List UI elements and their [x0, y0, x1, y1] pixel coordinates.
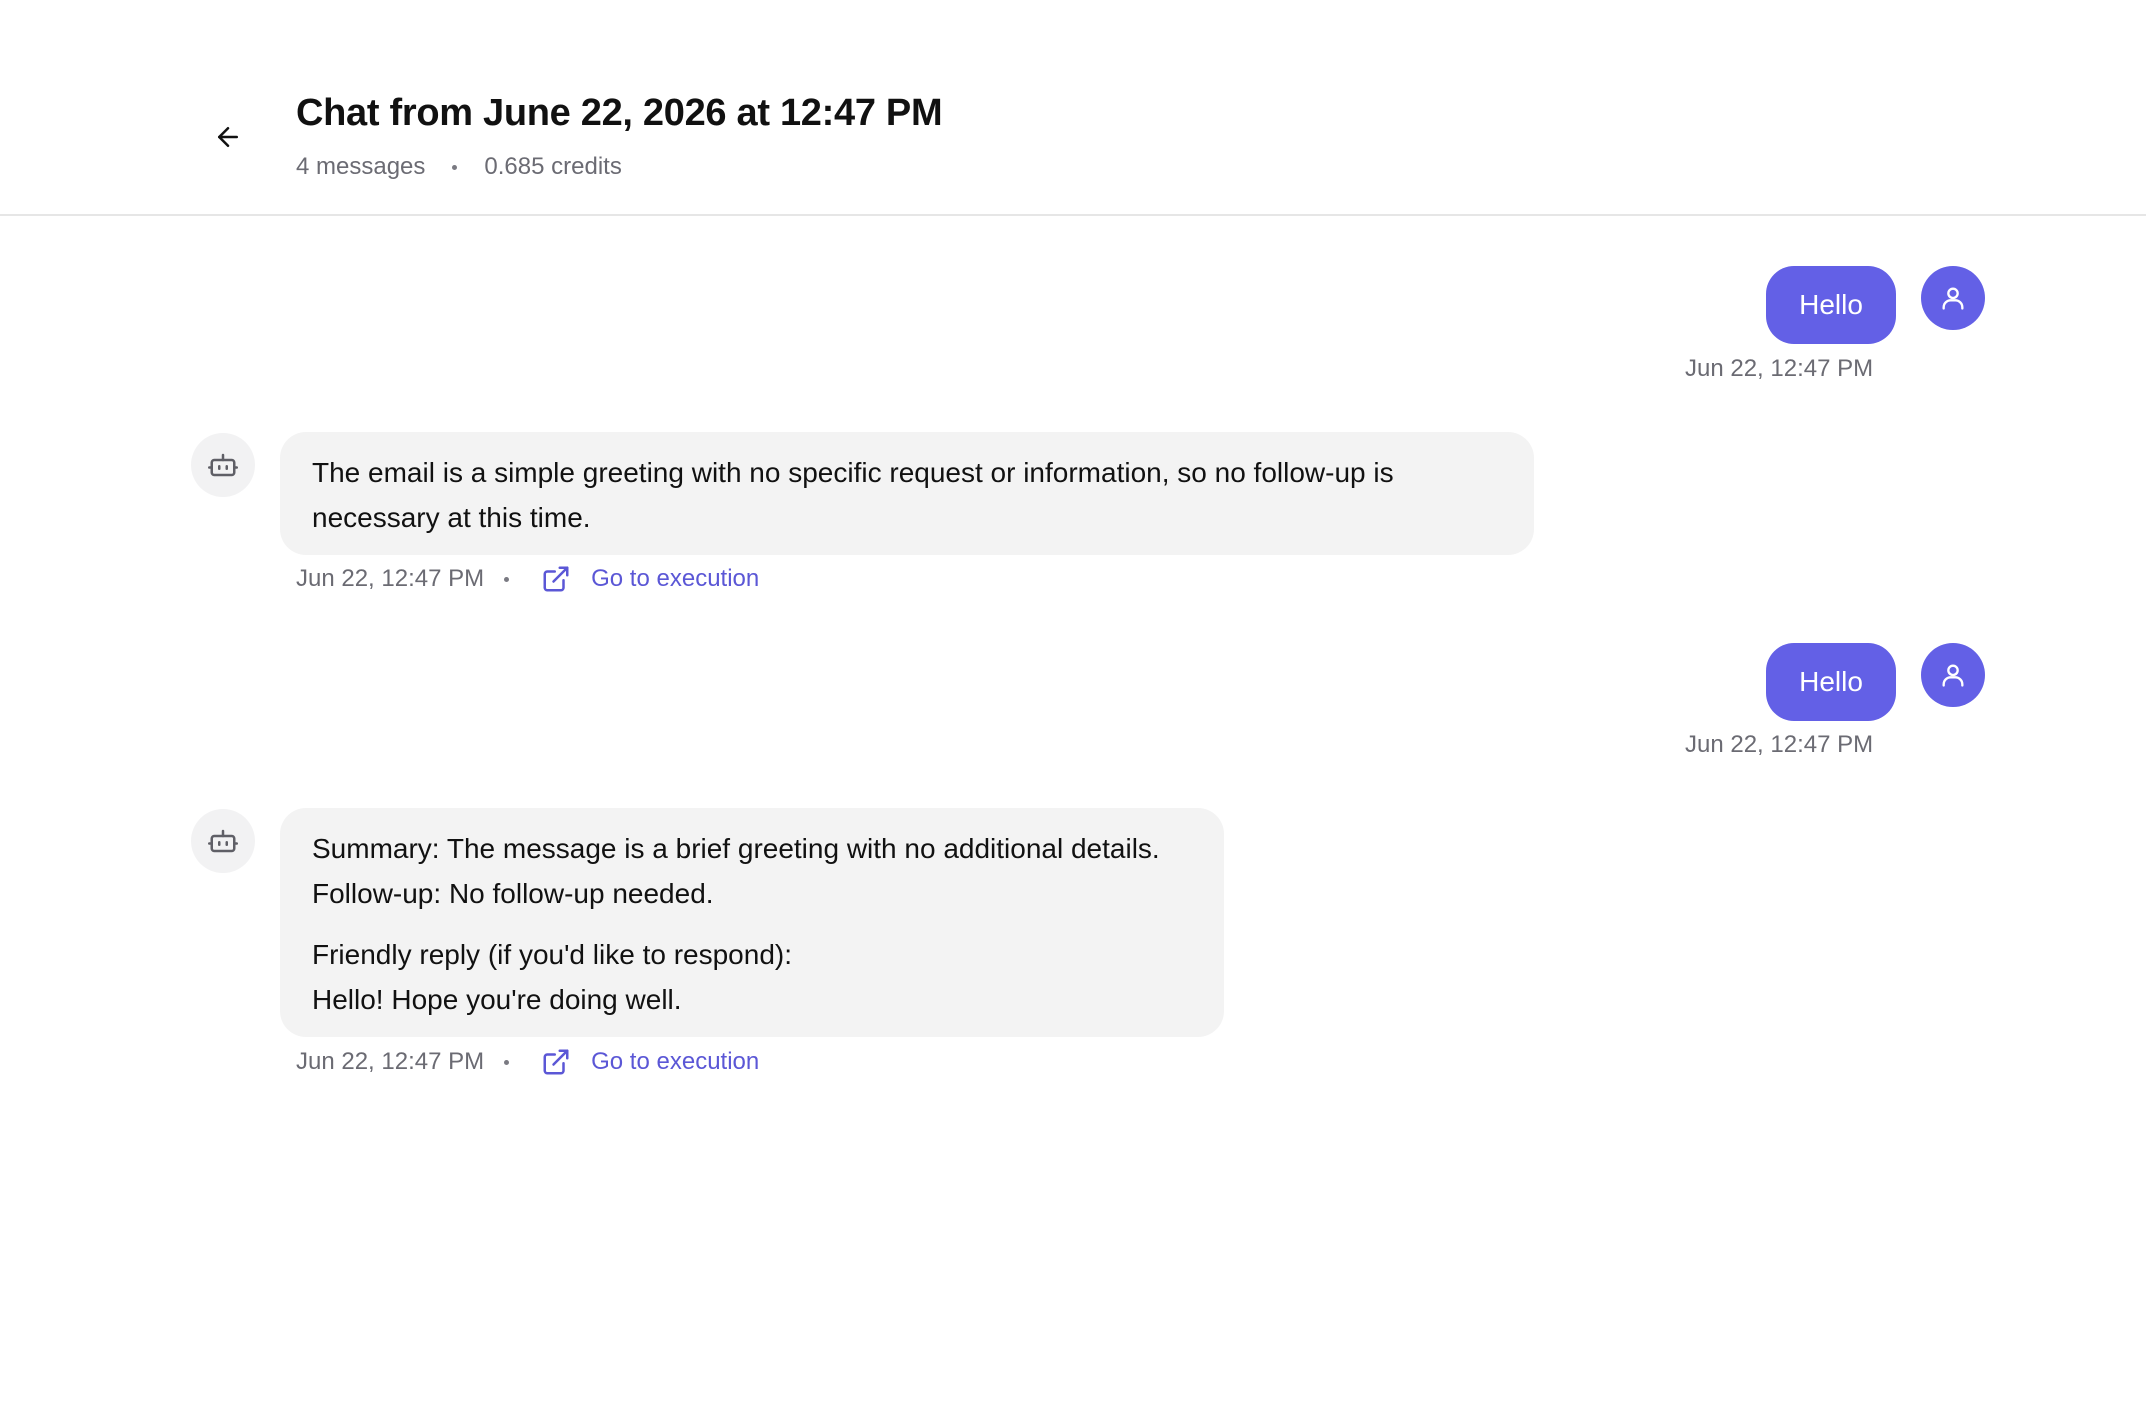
bot-icon: [208, 453, 238, 477]
assistant-message-paragraph: Summary: The message is a brief greeting…: [312, 833, 1160, 909]
go-to-execution-link[interactable]: Go to execution: [541, 564, 759, 594]
assistant-message-footer: Jun 22, 12:47 PM Go to execution: [296, 564, 759, 594]
message-count: 4 messages: [296, 153, 426, 180]
credits-count: 0.685 credits: [484, 153, 622, 180]
message-timestamp: Jun 22, 12:47 PM: [1685, 731, 1874, 758]
user-icon: [1942, 287, 1964, 310]
chat-meta: 4 messages 0.685 credits: [296, 153, 622, 181]
go-to-execution-label: Go to execution: [591, 565, 760, 592]
page-title: Chat from June 22, 2026 at 12:47 PM: [296, 92, 943, 134]
bot-avatar: [191, 433, 255, 497]
assistant-message-bubble: Summary: The message is a brief greeting…: [280, 808, 1224, 1037]
separator-dot: [504, 576, 510, 582]
user-icon: [1942, 664, 1964, 687]
assistant-message-footer: Jun 22, 12:47 PM Go to execution: [296, 1047, 759, 1077]
assistant-message-text: The email is a simple greeting with no s…: [312, 457, 1394, 533]
assistant-message-paragraph: Friendly reply (if you'd like to respond…: [312, 939, 792, 1015]
separator-dot: [452, 164, 458, 170]
message-timestamp: Jun 22, 12:47 PM: [296, 1048, 485, 1075]
message-timestamp: Jun 22, 12:47 PM: [1685, 355, 1874, 382]
go-to-execution-label: Go to execution: [591, 1048, 760, 1075]
assistant-message-bubble: The email is a simple greeting with no s…: [280, 432, 1534, 555]
bot-avatar: [191, 809, 255, 873]
message-timestamp: Jun 22, 12:47 PM: [296, 565, 485, 592]
arrow-left-icon: [218, 127, 238, 147]
user-avatar: [1921, 643, 1985, 707]
user-avatar: [1921, 266, 1985, 330]
external-link-icon: [543, 1049, 569, 1075]
chat-header: Chat from June 22, 2026 at 12:47 PM 4 me…: [0, 0, 2146, 216]
user-message-bubble: Hello: [1766, 266, 1896, 344]
separator-dot: [504, 1059, 510, 1065]
user-message-bubble: Hello: [1766, 643, 1896, 721]
go-to-execution-link[interactable]: Go to execution: [541, 1047, 759, 1077]
back-button[interactable]: [203, 112, 253, 162]
bot-icon: [208, 829, 238, 853]
external-link-icon: [543, 566, 569, 592]
